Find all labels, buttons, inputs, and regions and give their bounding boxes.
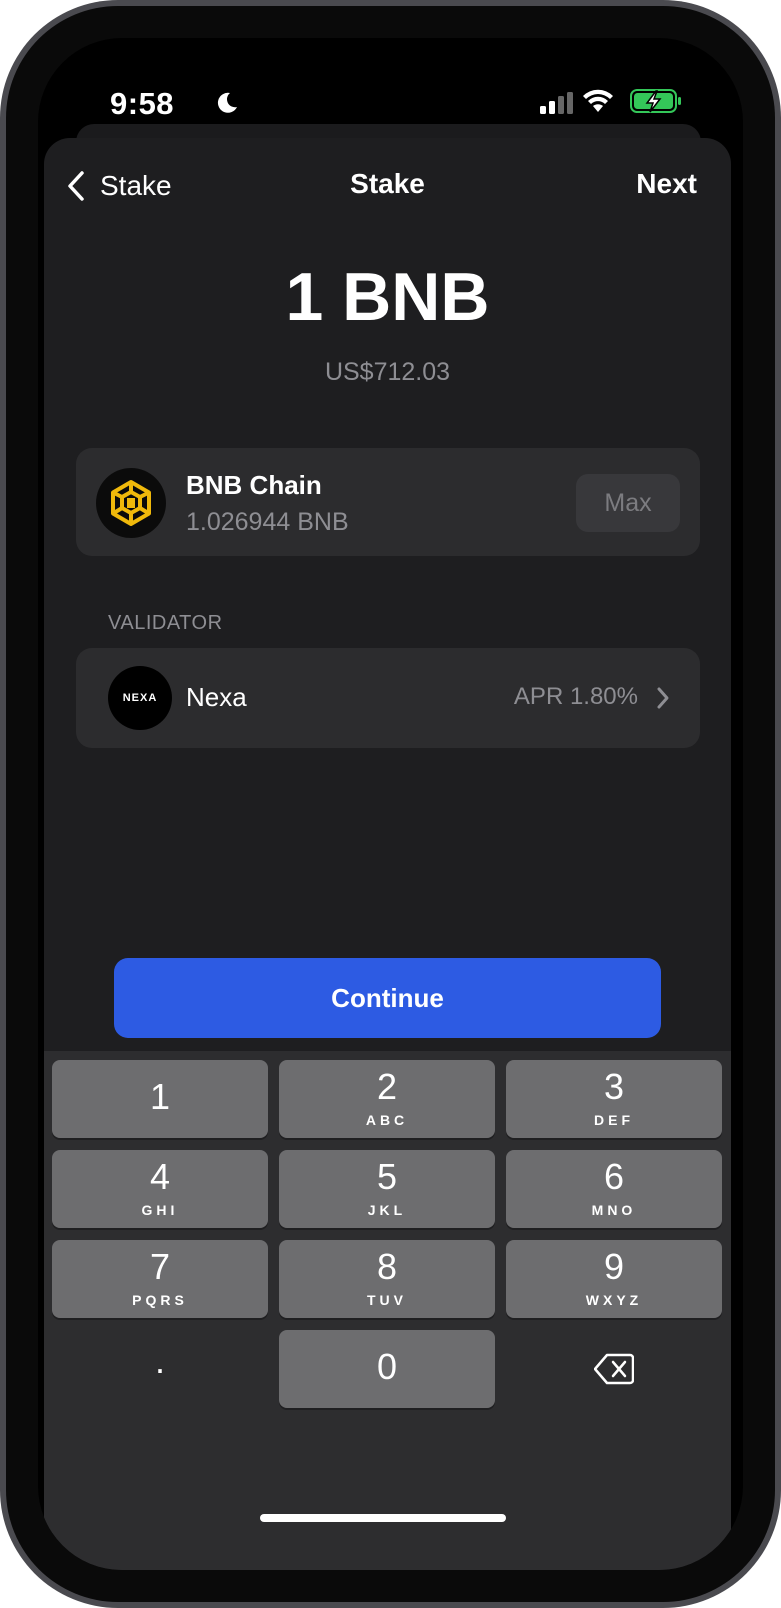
key-digit: 2 [376,1066,398,1107]
phone-frame: 9:58 Stake Stake Next 1 BNB US$712.03 BN… [0,0,781,1608]
key-digit: 5 [376,1156,398,1197]
screen: 9:58 Stake Stake Next 1 BNB US$712.03 BN… [38,38,743,1570]
key-letters: ABC [365,1112,409,1128]
key-digit: 8 [376,1246,398,1287]
moon-icon [217,92,237,113]
stake-amount: 1 BNB [285,259,490,335]
key-letters: JKL [367,1202,407,1218]
key-letters: GHI [141,1202,179,1218]
key-digit: 6 [603,1156,625,1197]
key-digit: 1 [149,1076,171,1117]
nexa-logo: NEXA [108,666,172,730]
bnb-chain-icon [111,480,151,526]
stake-sheet: Stake Stake Next 1 BNB US$712.03 BNB Cha… [44,138,731,1570]
max-button[interactable]: Max [576,474,680,532]
wifi-icon [583,89,613,112]
key-letters: TUV [367,1292,407,1308]
key-0[interactable]: 0 [279,1330,495,1408]
key-digit: 0 [376,1346,398,1387]
battery-charging-icon [630,89,681,113]
validator-name: Nexa [186,682,247,712]
key-letters: WXYZ [585,1292,643,1308]
numeric-keypad: 1 2 ABC 3 DEF 4 GHI 5 JKL 6 MNO 7 PQRS 8… [44,1051,731,1570]
key-3[interactable]: 3 DEF [506,1060,722,1138]
key-letters: MNO [591,1202,637,1218]
asset-balance: 1.026944 BNB [186,508,349,536]
home-indicator [260,1514,506,1522]
key-6[interactable]: 6 MNO [506,1150,722,1228]
key-digit: 7 [149,1246,171,1287]
key-4[interactable]: 4 GHI [52,1150,268,1228]
continue-button[interactable]: Continue [114,958,661,1038]
bnb-logo [96,468,166,538]
key-digit: 3 [603,1066,625,1107]
key-7[interactable]: 7 PQRS [52,1240,268,1318]
validator-section-label: VALIDATOR [108,612,223,634]
asset-card: BNB Chain 1.026944 BNB Max [76,448,700,556]
key-5[interactable]: 5 JKL [279,1150,495,1228]
key-digit: 4 [149,1156,171,1197]
decimal-point: . [154,1340,165,1381]
page-title: Stake [350,168,425,199]
fiat-value: US$712.03 [324,358,451,386]
delete-key[interactable] [506,1330,722,1408]
key-letters: DEF [594,1112,634,1128]
key-decimal[interactable]: . [52,1330,268,1408]
asset-name: BNB Chain [186,470,322,500]
validator-row[interactable]: NEXA Nexa APR 1.80% [76,648,700,748]
phone-bezel: 9:58 Stake Stake Next 1 BNB US$712.03 BN… [6,6,775,1602]
validator-apr: APR 1.80% [513,683,638,710]
key-letters: PQRS [132,1292,188,1308]
chevron-right-icon [657,687,669,709]
key-8[interactable]: 8 TUV [279,1240,495,1318]
next-button[interactable]: Next [636,168,697,200]
status-time: 9:58 [110,86,175,121]
key-9[interactable]: 9 WXYZ [506,1240,722,1318]
key-2[interactable]: 2 ABC [279,1060,495,1138]
key-1[interactable]: 1 [52,1060,268,1138]
cellular-signal-icon [540,92,573,114]
key-digit: 9 [603,1246,625,1287]
backspace-icon [594,1353,634,1385]
